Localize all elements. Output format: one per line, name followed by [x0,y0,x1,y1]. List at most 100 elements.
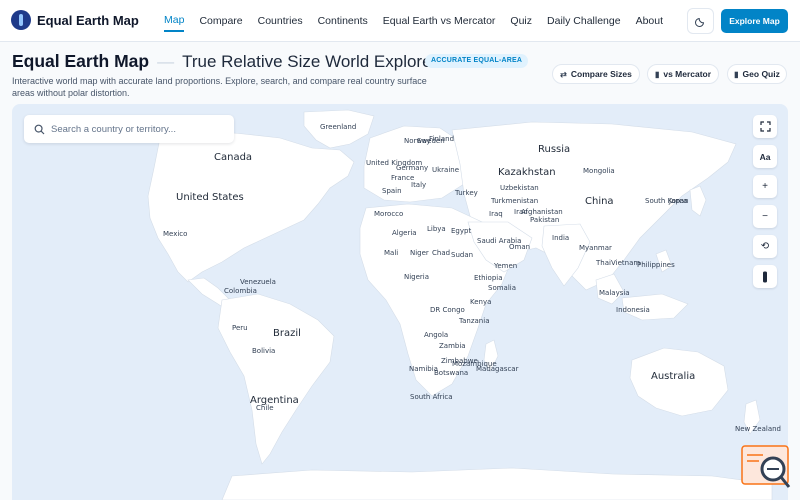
explore-map-button[interactable]: Explore Map [721,9,788,33]
theme-toggle-button[interactable] [687,8,714,34]
globe-logo-icon [11,10,31,30]
label-vietnam: Vietnam [611,259,641,267]
geo-quiz-label: Geo Quiz [742,69,780,79]
label-ethiopia: Ethiopia [474,274,503,282]
label-china: China [585,196,614,207]
label-turkey: Turkey [455,189,478,197]
label-india: India [552,234,570,242]
label-colombia: Colombia [224,287,257,295]
page-subtitle: True Relative Size World Explorer [182,52,438,71]
world-map[interactable]: Aa + − ⟲ Greenland Canada United States … [12,104,788,500]
label-italy: Italy [411,181,427,189]
label-australia: Australia [651,371,696,382]
label-pakistan: Pakistan [530,216,560,224]
australia-landmass[interactable] [629,347,729,417]
label-greenland: Greenland [320,123,357,131]
mercator-icon: ▮ [654,69,660,79]
nav-item-about[interactable]: About [636,11,663,31]
vs-mercator-button[interactable]: ▮ vs Mercator [647,64,719,84]
label-japan: Japan [669,197,689,205]
label-madagascar: Madagascar [476,365,519,373]
label-yemen: Yemen [494,262,518,270]
label-egypt: Egypt [451,227,472,235]
label-thailand: Thai [596,259,611,267]
country-search-box [24,115,234,143]
label-iraq: Iraq [489,210,503,218]
layers-icon [763,271,767,282]
label-indonesia: Indonesia [616,306,650,314]
nav-item-map[interactable]: Map [164,10,185,32]
label-mali: Mali [384,249,399,257]
label-peru: Peru [232,324,248,332]
label-chad: Chad [432,249,451,257]
nav-item-equal-earth-vs-mercator[interactable]: Equal Earth vs Mercator [383,11,496,31]
nav-item-quiz[interactable]: Quiz [510,11,532,31]
label-finland: Finland [429,135,455,143]
label-philippines: Philippines [637,261,675,269]
moon-icon [694,17,704,27]
layers-button[interactable] [753,265,777,288]
antarctica-landmass[interactable] [221,467,773,500]
label-morocco: Morocco [374,210,404,218]
label-somalia: Somalia [488,284,517,292]
label-mexico: Mexico [163,230,188,238]
label-mongolia: Mongolia [583,167,615,175]
label-oman: Oman [509,243,531,251]
nav-item-continents[interactable]: Continents [318,11,368,31]
nav-item-countries[interactable]: Countries [258,11,303,31]
nav-item-daily-challenge[interactable]: Daily Challenge [547,11,621,31]
geo-quiz-button[interactable]: ▮ Geo Quiz [727,64,787,84]
equal-area-badge: ACCURATE EQUAL-AREA [425,54,529,68]
label-russia: Russia [538,144,571,155]
brand-watermark-icon [741,445,791,488]
page-title: Equal Earth Map [12,51,150,71]
label-botswana: Botswana [434,369,469,377]
label-algeria: Algeria [392,229,417,237]
label-kenya: Kenya [470,298,492,306]
compare-sizes-button[interactable]: ⇄ Compare Sizes [552,64,640,84]
fullscreen-button[interactable] [753,115,777,138]
zoom-in-button[interactable]: + [753,175,777,198]
label-ukraine: Ukraine [432,166,460,174]
label-germany: Germany [396,164,429,172]
reset-view-button[interactable]: ⟲ [753,235,777,258]
label-new-zealand: New Zealand [735,425,781,433]
compare-icon: ⇄ [560,69,567,79]
label-chile: Chile [256,404,274,412]
label-kazakhstan: Kazakhstan [498,167,556,178]
compare-sizes-label: Compare Sizes [570,69,632,79]
brand-name: Equal Earth Map [37,12,139,28]
search-icon [34,124,45,134]
label-venezuela: Venezuela [240,278,276,286]
page-description: Interactive world map with accurate land… [12,76,427,98]
label-bolivia: Bolivia [252,347,276,355]
south-america-landmass[interactable] [217,293,335,465]
country-search-input[interactable] [51,123,221,135]
label-sudan: Sudan [451,251,474,259]
main-nav: Map Compare Countries Continents Equal E… [164,0,663,42]
label-angola: Angola [424,331,449,339]
zoom-out-button[interactable]: − [753,205,777,228]
label-uzbekistan: Uzbekistan [500,184,539,192]
brand-logo[interactable]: Equal Earth Map [11,10,139,30]
label-niger: Niger [410,249,429,257]
vs-mercator-label: vs Mercator [663,69,712,79]
toggle-labels-button[interactable]: Aa [753,145,777,168]
label-myanmar: Myanmar [579,244,612,252]
label-turkmenistan: Turkmenistan [491,197,539,205]
label-south-africa: South Africa [410,393,453,401]
top-navigation-bar: Equal Earth Map Map Compare Countries Co… [0,0,800,42]
page-heading: Equal Earth Map — True Relative Size Wor… [12,51,437,72]
nav-item-compare[interactable]: Compare [199,11,242,31]
label-afghanistan: Afghanistan [521,208,563,216]
japan-landmass[interactable] [689,185,707,217]
label-brazil: Brazil [273,328,301,339]
title-separator: — [157,52,175,71]
label-tanzania: Tanzania [459,317,490,325]
label-nigeria: Nigeria [404,273,430,281]
label-libya: Libya [427,225,446,233]
label-united-states: United States [176,192,244,203]
fullscreen-icon [759,121,771,132]
label-malaysia: Malaysia [599,289,630,297]
label-canada: Canada [214,152,253,163]
